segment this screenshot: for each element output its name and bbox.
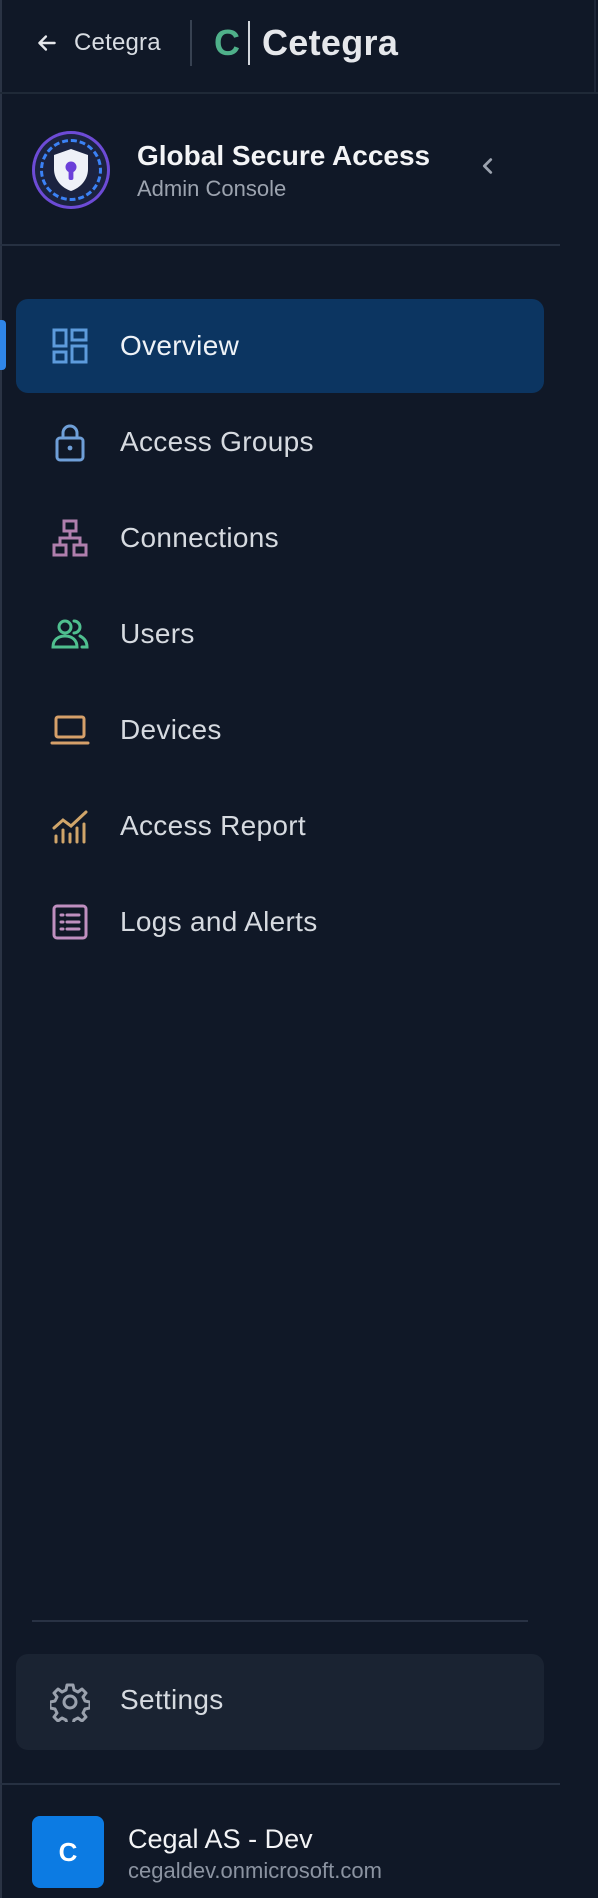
footer-separator (0, 1783, 560, 1785)
nav-item-devices[interactable]: Devices (16, 683, 544, 777)
top-bar: Cetegra C Cetegra (0, 0, 598, 92)
nav-label-access-report: Access Report (120, 810, 306, 841)
nav-item-logs-and-alerts[interactable]: Logs and Alerts (16, 875, 544, 969)
nav-label-connections: Connections (120, 522, 279, 553)
back-to-cetegra-link[interactable]: Cetegra (34, 22, 161, 64)
header-separator (0, 244, 560, 246)
lock-icon (55, 424, 85, 462)
org-domain: cegaldev.onmicrosoft.com (128, 1858, 382, 1883)
sidebar-nav: Overview Access Groups Connections Users… (16, 299, 544, 971)
settings-separator (32, 1620, 528, 1622)
nav-item-access-report[interactable]: Access Report (16, 779, 544, 873)
collapse-sidebar-button[interactable] (470, 148, 506, 184)
brand-logo: C Cetegra (214, 20, 398, 66)
org-name: Cegal AS - Dev (128, 1824, 313, 1854)
app-logo (32, 131, 110, 209)
users-icon (51, 619, 89, 649)
nav-item-access-groups[interactable]: Access Groups (16, 395, 544, 489)
app-title: Global Secure Access (137, 140, 431, 171)
nav-label-overview: Overview (120, 330, 240, 361)
brand-bar (248, 21, 250, 65)
nav-label-logs-and-alerts: Logs and Alerts (120, 906, 318, 937)
topbar-divider (190, 20, 192, 66)
active-nav-indicator (0, 320, 6, 370)
brand-letter: C (214, 22, 240, 63)
list-icon (52, 904, 88, 940)
sitemap-icon (52, 519, 88, 557)
chevron-left-icon (482, 158, 493, 174)
topbar-separator (0, 92, 598, 94)
back-link-label: Cetegra (74, 29, 161, 56)
app-subtitle: Admin Console (137, 176, 287, 201)
shield-keyhole-icon (54, 149, 88, 191)
nav-label-devices: Devices (120, 714, 222, 745)
arrow-left-icon (38, 35, 56, 51)
chart-trend-icon (52, 810, 88, 844)
nav-label-users: Users (120, 618, 195, 649)
sidebar-left-border (0, 0, 2, 1898)
nav-label-access-groups: Access Groups (120, 426, 314, 457)
gear-icon (50, 1683, 90, 1722)
dashboard-icon (52, 328, 88, 364)
laptop-icon (50, 715, 90, 745)
nav-label-settings: Settings (120, 1684, 224, 1715)
org-avatar[interactable]: C (32, 1816, 104, 1888)
nav-item-connections[interactable]: Connections (16, 491, 544, 585)
nav-item-settings[interactable]: Settings (16, 1654, 544, 1750)
nav-item-overview[interactable]: Overview (16, 299, 544, 393)
nav-item-users[interactable]: Users (16, 587, 544, 681)
brand-name: Cetegra (262, 22, 399, 63)
